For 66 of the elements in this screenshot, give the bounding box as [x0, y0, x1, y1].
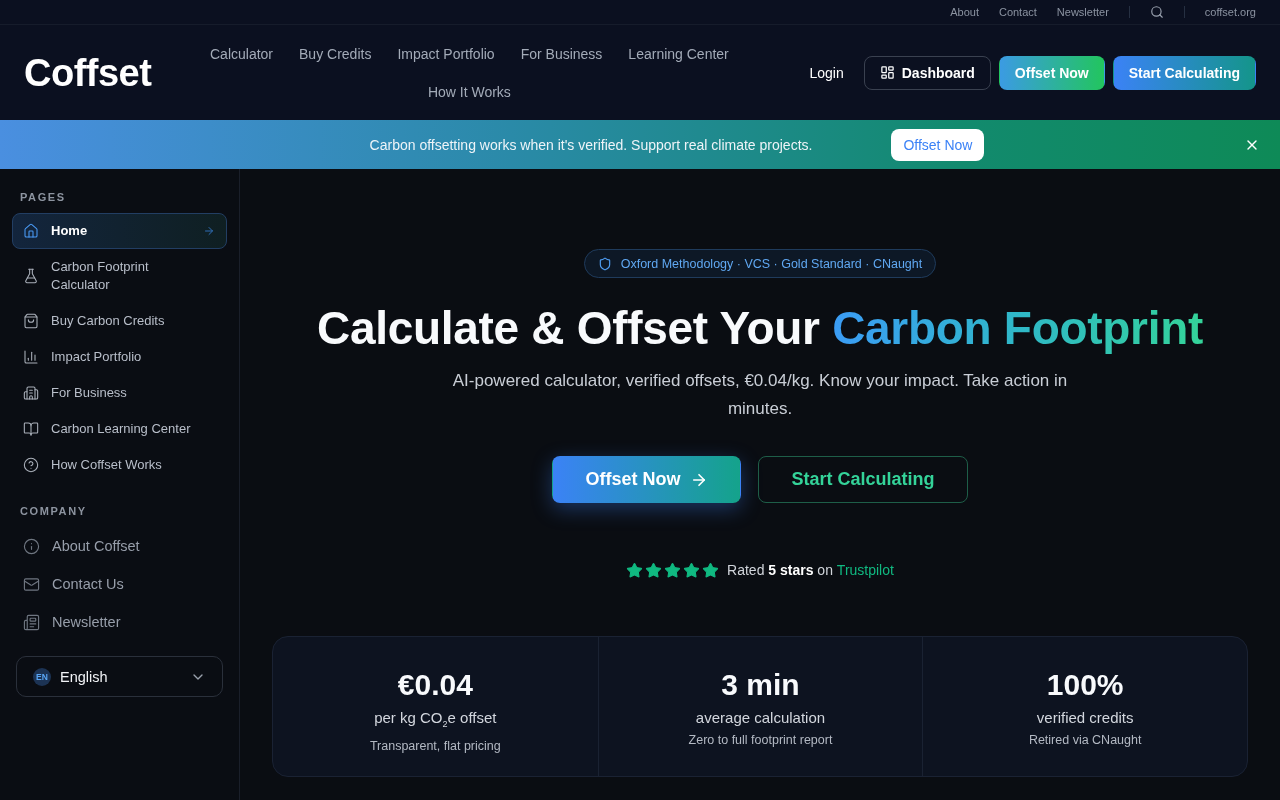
- shopping-bag-icon: [23, 313, 39, 329]
- stat-label: average calculation: [695, 708, 826, 728]
- search-button[interactable]: [1149, 5, 1164, 19]
- stat-value: 3 min: [721, 667, 800, 703]
- star-icon: [664, 561, 682, 579]
- banner-text: Carbon offsetting works when it's verified. Support real climate projects.: [369, 136, 813, 153]
- sidebar-item[interactable]: Carbon Learning Center: [12, 411, 227, 447]
- sidebar-item[interactable]: Buy Carbon Credits: [12, 303, 227, 339]
- banner-button[interactable]: Offset Now: [891, 128, 985, 161]
- sidebar-item[interactable]: Impact Portfolio: [12, 339, 227, 375]
- nav-link[interactable]: Buy Credits: [299, 43, 372, 64]
- hero-title: Calculate & Offset Your Carbon Footprint: [317, 301, 1203, 356]
- search-icon: [1149, 5, 1164, 19]
- shield-icon: [597, 256, 612, 271]
- stat-label: verified credits: [1036, 708, 1134, 728]
- login-link[interactable]: Login: [809, 64, 844, 81]
- logo[interactable]: Coffset: [24, 53, 152, 92]
- hero-subtitle: AI-powered calculator, verified offsets, €0.04/kg. Know your impact. Take action in minutes.: [451, 370, 1069, 420]
- star-icon: [645, 561, 663, 579]
- trustpilot-link[interactable]: Trustpilot: [836, 562, 894, 578]
- dashboard-icon: [879, 65, 895, 80]
- dashboard-button[interactable]: Dashboard: [863, 55, 991, 90]
- header-button[interactable]: Start Calculating: [1112, 55, 1256, 90]
- rating-text: Rated 5 stars on Trustpilot: [727, 561, 894, 580]
- star-icon: [683, 561, 701, 579]
- nav-link[interactable]: Calculator: [210, 43, 274, 64]
- sidebar-heading: PAGES: [19, 191, 67, 203]
- offset-now-button[interactable]: Offset Now: [552, 456, 742, 503]
- nav-link[interactable]: Impact Portfolio: [397, 43, 495, 64]
- sidebar-item[interactable]: Home: [12, 213, 227, 249]
- home-icon: [23, 223, 39, 239]
- sidebar-item[interactable]: How Coffset Works: [12, 447, 227, 483]
- stat-label: per kg CO$_{2}$e offset: [374, 708, 497, 731]
- star-icon: [626, 561, 644, 579]
- start-calculating-button[interactable]: Start Calculating: [758, 456, 968, 503]
- stat-note: Retired via CNaught: [1028, 732, 1142, 748]
- stat-value: 100%: [1046, 667, 1124, 703]
- stat-value: €0.04: [397, 667, 473, 703]
- sidebar-item[interactable]: Carbon Footprint Calculator: [12, 249, 227, 303]
- stat-note: Transparent, flat pricing: [369, 738, 501, 754]
- newspaper-icon: [23, 613, 40, 631]
- flask-icon: [23, 268, 39, 284]
- utility-link[interactable]: Newsletter: [1056, 6, 1109, 18]
- nav-link[interactable]: Learning Center: [628, 43, 729, 64]
- star-icon: [702, 561, 720, 579]
- info-icon: [23, 537, 40, 555]
- sidebar-heading: COMPANY: [19, 505, 88, 517]
- sidebar-item[interactable]: About Coffset: [12, 527, 227, 565]
- language-select[interactable]: EN English: [16, 656, 223, 697]
- utility-link[interactable]: About: [950, 6, 979, 18]
- utility-link[interactable]: Contact: [998, 6, 1037, 18]
- domain-link[interactable]: coffset.org: [1204, 6, 1256, 18]
- stat-note: Zero to full footprint report: [688, 732, 833, 748]
- bar-chart-icon: [23, 349, 39, 365]
- open-book-icon: [23, 421, 39, 437]
- sidebar-item[interactable]: Contact Us: [12, 565, 227, 603]
- nav-link[interactable]: How It Works: [427, 81, 511, 102]
- mail-icon: [23, 575, 40, 593]
- sidebar-item[interactable]: For Business: [12, 375, 227, 411]
- language-code: EN: [33, 667, 51, 686]
- sidebar-item[interactable]: Newsletter: [12, 603, 227, 641]
- nav-link[interactable]: For Business: [520, 43, 603, 64]
- help-icon: [23, 457, 39, 473]
- certification-pill: Oxford Methodology · VCS · Gold Standard · CNaught: [583, 249, 937, 278]
- building-icon: [23, 385, 39, 401]
- arrow-right-icon: [203, 225, 215, 237]
